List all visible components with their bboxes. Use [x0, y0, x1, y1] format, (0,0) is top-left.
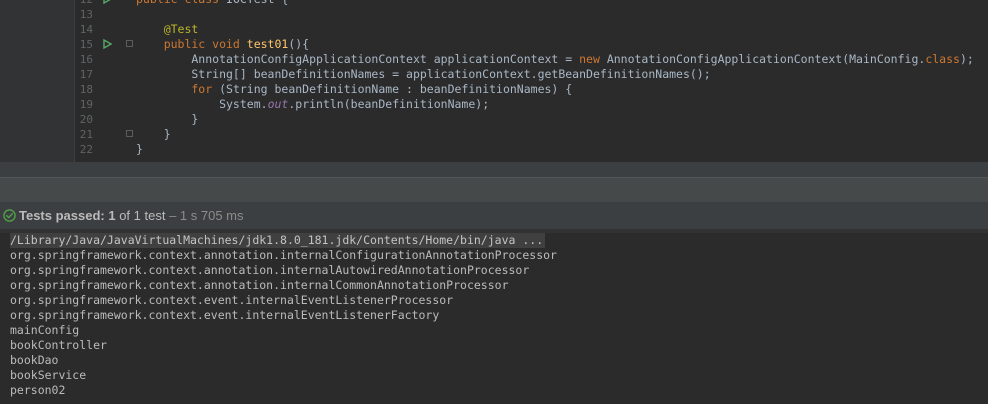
- test-status-bar: Tests passed: 1 of 1 test – 1 s 705 ms: [0, 202, 988, 229]
- code-token: public void: [136, 37, 247, 51]
- code-text: String[] beanDefinitionNames = applicati…: [136, 67, 711, 82]
- fold-icon[interactable]: [126, 40, 133, 47]
- code-line[interactable]: 20 }: [0, 112, 988, 127]
- status-label: Tests passed:: [19, 208, 105, 223]
- console-line: org.springframework.context.annotation.i…: [10, 278, 509, 292]
- line-number: 14: [79, 23, 93, 36]
- code-text: }: [136, 127, 171, 142]
- code-text: @Test: [136, 22, 199, 37]
- status-count: 1: [104, 208, 116, 223]
- line-number: 18: [79, 83, 93, 96]
- status-total: of 1 test: [115, 208, 166, 223]
- tool-window-header: [0, 177, 988, 202]
- console-line: person02: [10, 383, 66, 397]
- code-line[interactable]: 12 public class IOCTest {: [0, 0, 988, 7]
- code-text: public class IOCTest {: [136, 0, 288, 7]
- code-text: }: [136, 142, 143, 157]
- console-line: bookController: [10, 338, 107, 352]
- code-token: new: [579, 52, 607, 66]
- code-line[interactable]: 17 String[] beanDefinitionNames = applic…: [0, 67, 988, 82]
- code-token: }: [136, 112, 199, 126]
- code-token: @Test: [136, 22, 199, 36]
- console-command-line: /Library/Java/JavaVirtualMachines/jdk1.8…: [10, 233, 546, 248]
- run-test-icon[interactable]: [102, 0, 112, 4]
- code-token: (String beanDefinitionName : beanDefinit…: [219, 82, 573, 96]
- run-test-icon[interactable]: [102, 39, 112, 49]
- code-token: );: [959, 52, 974, 66]
- code-token: public class: [136, 0, 226, 6]
- code-token: for: [136, 82, 220, 96]
- code-token: test01: [246, 37, 289, 51]
- console-line: bookService: [10, 368, 87, 382]
- code-token: AnnotationConfigApplicationContext appli…: [136, 52, 580, 66]
- code-token: String[] beanDefinitionNames = applicati…: [136, 67, 711, 81]
- line-number: 16: [79, 53, 93, 66]
- code-token: IOCTest {: [226, 0, 288, 6]
- line-number: 21: [79, 128, 93, 141]
- code-token: out: [267, 97, 289, 111]
- fold-icon[interactable]: [126, 130, 133, 137]
- line-number: 17: [79, 68, 93, 81]
- line-number: 12: [60, 0, 93, 7]
- code-token: .println(beanDefinitionName);: [288, 97, 490, 111]
- code-token: System.: [136, 97, 268, 111]
- code-line[interactable]: 15 public void test01(){: [0, 37, 988, 52]
- code-line[interactable]: 14 @Test: [0, 22, 988, 37]
- console-output[interactable]: /Library/Java/JavaVirtualMachines/jdk1.8…: [0, 233, 988, 404]
- console-line: mainConfig: [10, 323, 80, 337]
- line-number: 13: [79, 8, 93, 21]
- code-text: AnnotationConfigApplicationContext appli…: [136, 52, 974, 67]
- line-number: 22: [79, 143, 93, 156]
- code-line[interactable]: 21 }: [0, 127, 988, 142]
- code-line[interactable]: 16 AnnotationConfigApplicationContext ap…: [0, 52, 988, 67]
- console-line: org.springframework.context.annotation.i…: [10, 263, 530, 277]
- tool-window-gap: [0, 162, 988, 177]
- console-line: org.springframework.context.annotation.i…: [10, 248, 557, 262]
- line-number: 20: [79, 113, 93, 126]
- code-text: for (String beanDefinitionName : beanDef…: [136, 82, 572, 97]
- code-line[interactable]: 22}: [0, 142, 988, 157]
- code-text: System.out.println(beanDefinitionName);: [136, 97, 489, 112]
- code-editor[interactable]: 12public class IOCTest {1314 @Test15 pub…: [0, 0, 988, 162]
- line-number: 15: [79, 38, 93, 51]
- console-line: org.springframework.context.event.intern…: [10, 293, 454, 307]
- code-line[interactable]: 18 for (String beanDefinitionName : bean…: [0, 82, 988, 97]
- test-status-text: Tests passed: 1 of 1 test – 1 s 705 ms: [19, 202, 244, 229]
- code-line[interactable]: 13: [0, 7, 988, 22]
- console-line: bookDao: [10, 353, 59, 367]
- line-number: 19: [79, 98, 93, 111]
- code-text: public void test01(){: [136, 37, 309, 52]
- check-circle-icon: [3, 209, 16, 222]
- code-token: }: [136, 127, 171, 141]
- code-token: (){: [288, 37, 310, 51]
- code-text: }: [136, 112, 198, 127]
- console-line: org.springframework.context.event.intern…: [10, 308, 440, 322]
- code-token: class: [925, 52, 960, 66]
- code-token: AnnotationConfigApplicationContext(MainC…: [606, 52, 926, 66]
- status-duration: – 1 s 705 ms: [165, 208, 244, 223]
- code-token: }: [136, 142, 143, 156]
- code-line[interactable]: 19 System.out.println(beanDefinitionName…: [0, 97, 988, 112]
